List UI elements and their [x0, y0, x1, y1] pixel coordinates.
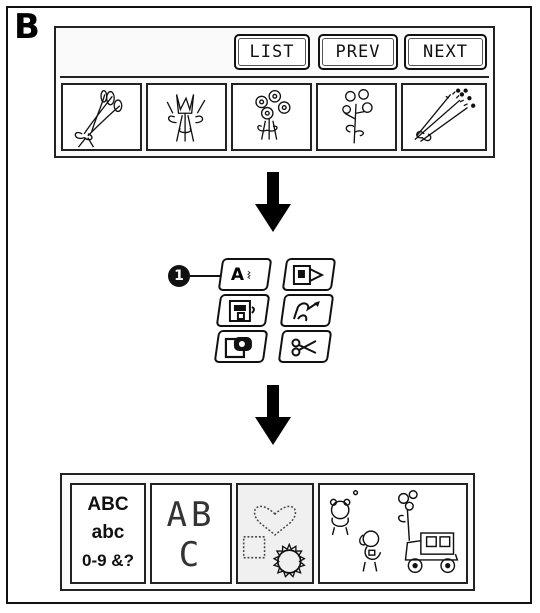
- down-arrow-icon: [255, 385, 291, 445]
- large-letters-line1: AB: [166, 495, 216, 535]
- pattern-illustrations-tile[interactable]: [318, 483, 468, 584]
- section-label: B: [14, 7, 40, 47]
- next-button[interactable]: NEXT: [404, 34, 487, 70]
- frame-pattern-icon: [293, 264, 325, 285]
- memory-recall-button[interactable]: [215, 294, 271, 327]
- scissors-cut-button[interactable]: [277, 330, 333, 363]
- frame-shapes-tile[interactable]: [236, 483, 314, 584]
- font-sample-uppercase: ABC: [87, 494, 129, 515]
- font-selection-tile[interactable]: ABC abc 0-9 &?: [70, 483, 146, 584]
- large-letters-icon: AB C: [152, 495, 230, 575]
- font-sample-lowercase: abc: [91, 522, 125, 543]
- character-mode-button[interactable]: A: [217, 258, 273, 291]
- callout-leader: [190, 275, 220, 277]
- font-selection-icon: ABC abc 0-9 &?: [72, 491, 144, 575]
- large-letters-line2: C: [178, 535, 204, 575]
- frame-pattern-button[interactable]: [281, 258, 337, 291]
- callout-number: 1: [168, 265, 190, 287]
- scissors-cut-icon: [291, 338, 317, 356]
- character-category-screen: ABC abc 0-9 &? AB C: [60, 473, 475, 591]
- card-pattern-icon: [224, 336, 252, 358]
- memory-recall-icon: [229, 299, 255, 322]
- frame-shapes-icon: [242, 505, 306, 578]
- wheat-bouquet-icon[interactable]: [401, 83, 487, 151]
- flower-sprig-icon[interactable]: [316, 83, 397, 151]
- daisy-bouquet-icon[interactable]: [231, 83, 312, 151]
- card-pattern-button[interactable]: [213, 330, 269, 363]
- down-arrow-icon: [255, 172, 291, 232]
- character-mode-icon: A: [231, 264, 245, 285]
- edit-pattern-button[interactable]: [279, 294, 335, 327]
- stitch-squiggle-icon: [246, 270, 251, 279]
- pattern-illustrations-icon: [329, 490, 459, 574]
- font-sample-numerals: 0-9 &?: [82, 551, 134, 570]
- prev-button[interactable]: PREV: [318, 34, 398, 70]
- tulip-bouquet-icon[interactable]: [146, 83, 227, 151]
- bouquet-ribbon-icon[interactable]: [61, 83, 142, 151]
- large-letters-tile[interactable]: AB C: [150, 483, 232, 584]
- list-button[interactable]: LIST: [234, 34, 310, 70]
- edit-pattern-icon: [293, 300, 320, 321]
- pattern-list-screen: LIST PREV NEXT: [54, 26, 495, 158]
- screen-divider: [60, 76, 489, 78]
